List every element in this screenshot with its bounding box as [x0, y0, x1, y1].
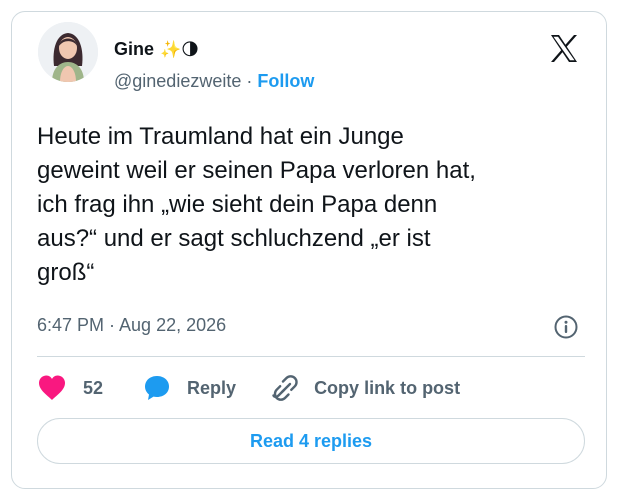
avatar[interactable]	[38, 22, 98, 82]
heart-icon	[39, 375, 65, 400]
tweet-text: Heute im Traumland hat ein Junge geweint…	[37, 123, 476, 286]
x-logo-icon[interactable]	[549, 34, 579, 63]
reply-button[interactable]: Reply	[143, 374, 236, 402]
like-button[interactable]: 52	[37, 374, 103, 402]
follow-button[interactable]: Follow	[257, 71, 314, 92]
separator-dot: ·	[246, 71, 253, 91]
author-handle-row: @ginediezweite · Follow	[114, 71, 314, 92]
copy-link-label: Copy link to post	[314, 377, 461, 398]
link-icon	[272, 375, 298, 401]
author-name-row: Gine ✨🌗	[114, 38, 199, 60]
tweet-timestamp[interactable]: 6:47 PM · Aug 22, 2026	[37, 315, 226, 336]
avatar-illustration	[38, 22, 98, 82]
author-handle[interactable]: @ginediezweite	[114, 71, 241, 92]
divider	[37, 356, 585, 357]
reply-bubble-icon	[145, 376, 170, 400]
read-replies-label: Read 4 replies	[249, 430, 373, 451]
copy-link-button[interactable]: Copy link to post	[272, 374, 460, 402]
like-count: 52	[83, 377, 104, 398]
author-name[interactable]: Gine	[114, 39, 154, 60]
read-replies-button[interactable]: Read 4 replies	[37, 418, 585, 464]
action-bar: 52 Reply Copy link to post	[37, 373, 460, 403]
info-icon[interactable]	[553, 314, 579, 340]
author-name-emojis: ✨🌗	[160, 39, 199, 59]
reply-label: Reply	[187, 377, 237, 398]
